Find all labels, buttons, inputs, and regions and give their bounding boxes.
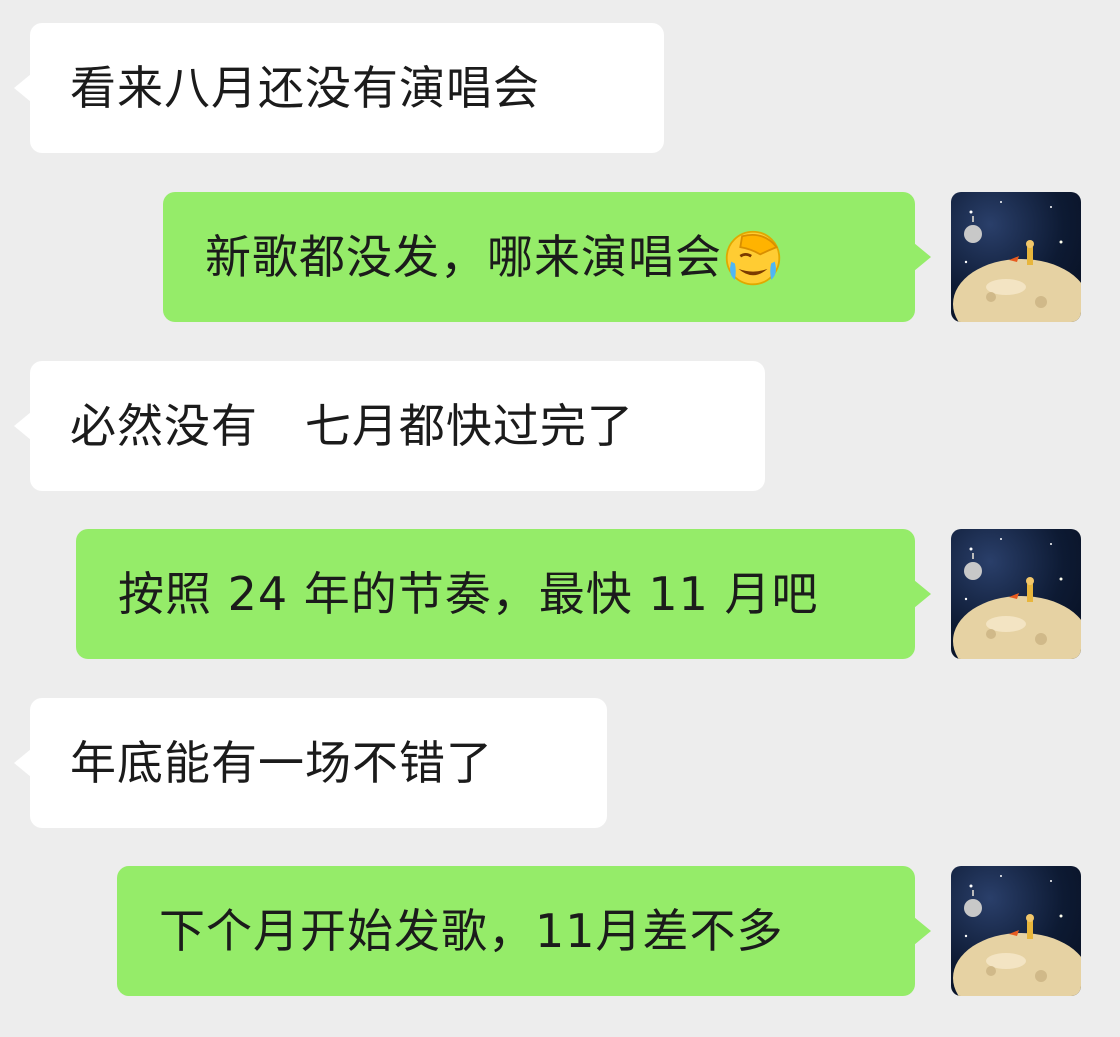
incoming-bubble-tail — [14, 74, 31, 102]
message-text: 年底能有一场不错了 — [70, 736, 493, 790]
message-text: 必然没有 七月都快过完了 — [70, 399, 634, 453]
user-avatar[interactable] — [951, 529, 1081, 659]
little-prince-planet-icon — [953, 875, 1081, 996]
incoming-message-bubble[interactable]: 必然没有 七月都快过完了 — [30, 361, 765, 491]
message-text: 看来八月还没有演唱会 — [70, 61, 540, 115]
face-palm-crying-emoji — [725, 230, 781, 285]
message-text: 下个月开始发歌，11月差不多 — [159, 904, 784, 958]
incoming-message-bubble[interactable]: 看来八月还没有演唱会 — [30, 23, 664, 153]
incoming-message-bubble[interactable]: 年底能有一场不错了 — [30, 698, 607, 828]
outgoing-message-bubble[interactable]: 下个月开始发歌，11月差不多 — [117, 866, 915, 996]
little-prince-planet-icon — [953, 538, 1081, 659]
incoming-bubble-tail — [14, 412, 31, 440]
outgoing-message-bubble[interactable]: 新歌都没发，哪来演唱会 — [163, 192, 915, 322]
little-prince-planet-icon — [953, 201, 1081, 322]
outgoing-bubble-tail — [914, 580, 931, 608]
outgoing-bubble-tail — [914, 917, 931, 945]
user-avatar[interactable] — [951, 192, 1081, 322]
outgoing-message-bubble[interactable]: 按照 24 年的节奏，最快 11 月吧 — [76, 529, 915, 659]
message-text: 新歌都没发，哪来演唱会 — [205, 230, 722, 284]
user-avatar[interactable] — [951, 866, 1081, 996]
incoming-bubble-tail — [14, 749, 31, 777]
outgoing-bubble-tail — [914, 243, 931, 271]
message-text: 按照 24 年的节奏，最快 11 月吧 — [118, 567, 819, 621]
